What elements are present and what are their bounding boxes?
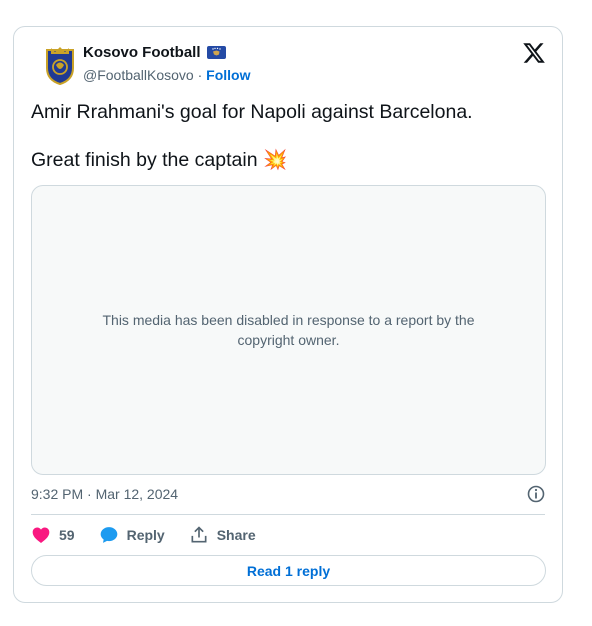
- share-label: Share: [216, 527, 256, 543]
- media-disabled-message: This media has been disabled in response…: [102, 312, 475, 348]
- share-button[interactable]: Share: [189, 525, 256, 545]
- avatar[interactable]: [37, 43, 83, 89]
- x-logo-icon[interactable]: [522, 41, 546, 65]
- timestamp[interactable]: 9:32 PM · Mar 12, 2024: [31, 486, 178, 502]
- reply-bubble-icon: [100, 527, 117, 543]
- tweet-line-1: Amir Rrahmani's goal for Napoli against …: [31, 101, 473, 123]
- tweet-card: Kosovo Football @FootballKosovo · Follow…: [13, 26, 563, 603]
- separator: ·: [197, 67, 203, 83]
- media-disabled-panel: This media has been disabled in response…: [31, 185, 546, 475]
- read-replies-button[interactable]: Read 1 reply: [31, 555, 546, 586]
- author-name[interactable]: Kosovo Football: [83, 44, 226, 61]
- tweet-text: Amir Rrahmani's goal for Napoli against …: [31, 100, 541, 172]
- kosovo-federation-crest-icon: [46, 47, 74, 86]
- action-bar: 59 Reply Share: [31, 524, 280, 546]
- heart-icon: [32, 527, 50, 543]
- kosovo-flag-icon: [206, 46, 226, 59]
- reply-button[interactable]: Reply: [99, 525, 165, 545]
- divider: [31, 514, 545, 515]
- tweet-line-2: Great finish by the captain 💥: [31, 149, 288, 171]
- follow-button[interactable]: Follow: [206, 67, 250, 83]
- info-icon[interactable]: [526, 484, 546, 504]
- like-count: 59: [59, 527, 75, 543]
- share-icon: [191, 526, 207, 543]
- reply-label: Reply: [126, 527, 165, 543]
- author-handle[interactable]: @FootballKosovo: [83, 67, 194, 83]
- author-name-text[interactable]: Kosovo Football: [83, 44, 201, 61]
- like-button[interactable]: 59: [31, 525, 75, 545]
- handle-line: @FootballKosovo · Follow: [83, 67, 251, 83]
